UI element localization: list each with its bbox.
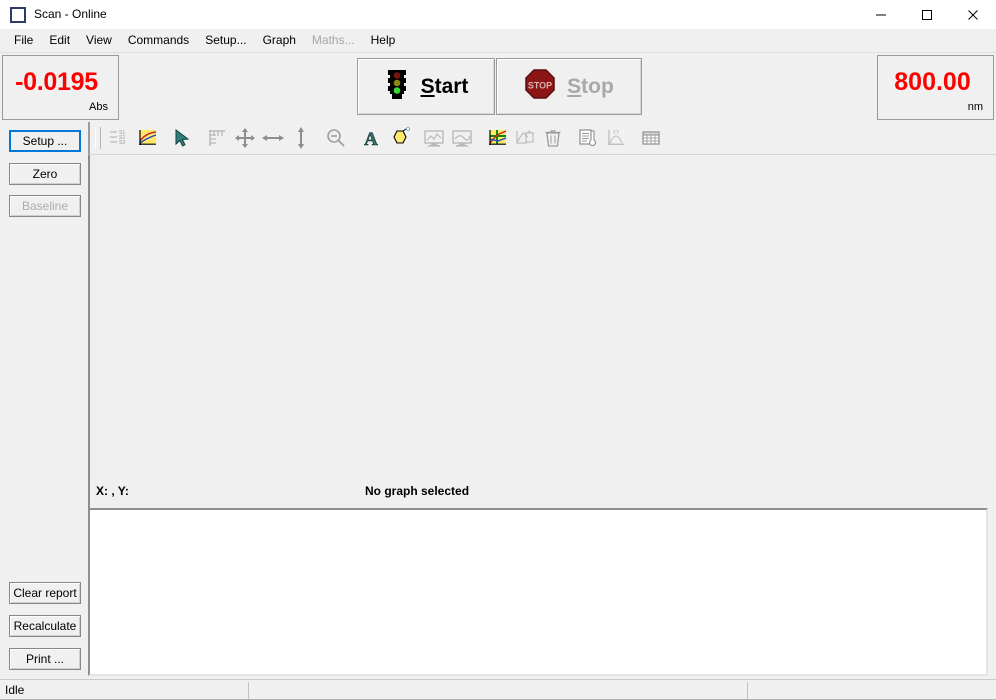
status-divider [248,682,249,699]
absorbance-value: -0.0195 [15,68,98,96]
menu-item-edit[interactable]: Edit [41,31,78,49]
cursor-arrow-icon[interactable] [169,125,195,151]
toolbar-grip[interactable] [95,127,101,149]
traffic-light-icon [384,67,410,106]
menu-item-view[interactable]: View [78,31,120,49]
toolbar-separator [413,125,420,151]
left-sidebar: Setup ... Zero Baseline Clear report Rec… [0,121,88,679]
trace-list-icon[interactable]: S1 S2 S3 [106,125,132,151]
start-button-label: Start [420,74,469,98]
cursor-coordinates: X: , Y: [96,484,129,498]
zoom-box-icon [232,125,258,151]
print-button-label: Print ... [25,652,64,666]
menu-item-maths: Maths... [311,33,355,47]
zoom-horizontal-icon [260,125,286,151]
toolbar-separator [350,125,357,151]
menu-item-setup[interactable]: Setup... [197,31,254,49]
absorbance-readout: -0.0195 Abs [2,55,119,120]
sidebar-item-recalculate[interactable]: Recalculate [9,615,81,637]
menu-item-file[interactable]: File [6,31,41,49]
graph-thumbnail-icon[interactable] [134,125,160,151]
absorbance-unit: Abs [89,101,108,113]
minimize-icon[interactable] [858,0,904,29]
svg-text:S3: S3 [119,140,125,146]
wavelength-value: 800.00 [894,68,971,96]
toolbar-separator [567,125,574,151]
graph-status-message: No graph selected [365,484,470,498]
trash-icon[interactable] [540,125,566,151]
toolbar-separator [315,125,322,151]
app-window-icon [10,6,26,23]
clear-report-button-label: Clear report [13,586,77,600]
stop-button-label: Stop [567,74,614,98]
status-text: Idle [5,683,25,697]
graph-coordinate-bar: X: , Y: No graph selected [88,478,996,508]
text-label-icon[interactable]: A [358,125,384,151]
svg-text:STOP: STOP [528,81,552,91]
sidebar-item-setup[interactable]: Setup ... [9,130,81,152]
svg-text:A: A [364,129,378,149]
window-title: Scan - Online [34,7,107,21]
stop-sign-icon: STOP [524,68,556,105]
sidebar-item-clear-report[interactable]: Clear report [9,582,81,604]
sidebar-item-zero[interactable]: Zero [9,163,81,185]
stop-button: STOP Stop [496,58,642,115]
toolbar-separator [196,125,203,151]
molecule-icon[interactable]: OH [386,125,412,151]
toolbar-separator [630,125,637,151]
toolbar-separator [476,125,483,151]
window-controls [858,0,996,29]
peaks-icon: XY [603,125,629,151]
toolbar-separator [161,125,168,151]
recalculate-button-label: Recalculate [13,619,77,633]
report-text-area[interactable] [88,508,988,676]
menu-item-help[interactable]: Help [363,31,404,49]
graph-toolbar: S1 S2 S3 A O XY [88,122,996,155]
zoom-out-icon [323,125,349,151]
monitor-trace-2-icon [449,125,475,151]
sidebar-item-print[interactable]: Print ... [9,648,81,670]
svg-text:XY: XY [613,130,620,136]
zero-button-label: Zero [32,167,58,181]
menu-item-graph[interactable]: Graph [255,31,304,49]
zoom-vertical-icon [288,125,314,151]
title-bar: Scan - Online [0,0,996,29]
svg-text:OH: OH [406,127,410,133]
graph-display-area[interactable] [88,155,996,478]
menu-item-commands[interactable]: Commands [120,31,197,49]
sidebar-item-baseline: Baseline [9,195,81,217]
report-icon[interactable] [575,125,601,151]
setup-button-label: Setup ... [22,134,68,148]
grid-table-icon[interactable] [638,125,664,151]
status-divider [747,682,748,699]
maximize-icon[interactable] [904,0,950,29]
monitor-trace-icon [421,125,447,151]
start-button[interactable]: Start [357,58,495,115]
delete-trace-icon [512,125,538,151]
close-icon[interactable] [950,0,996,29]
baseline-button-label: Baseline [21,199,69,213]
menu-bar: File Edit View Commands Setup... Graph M… [0,29,996,51]
wavelength-readout: 800.00 nm [877,55,994,120]
wavelength-unit: nm [967,101,983,113]
ruler-icon [204,125,230,151]
overlay-graph-icon[interactable] [484,125,510,151]
status-bar: Idle [0,679,996,700]
